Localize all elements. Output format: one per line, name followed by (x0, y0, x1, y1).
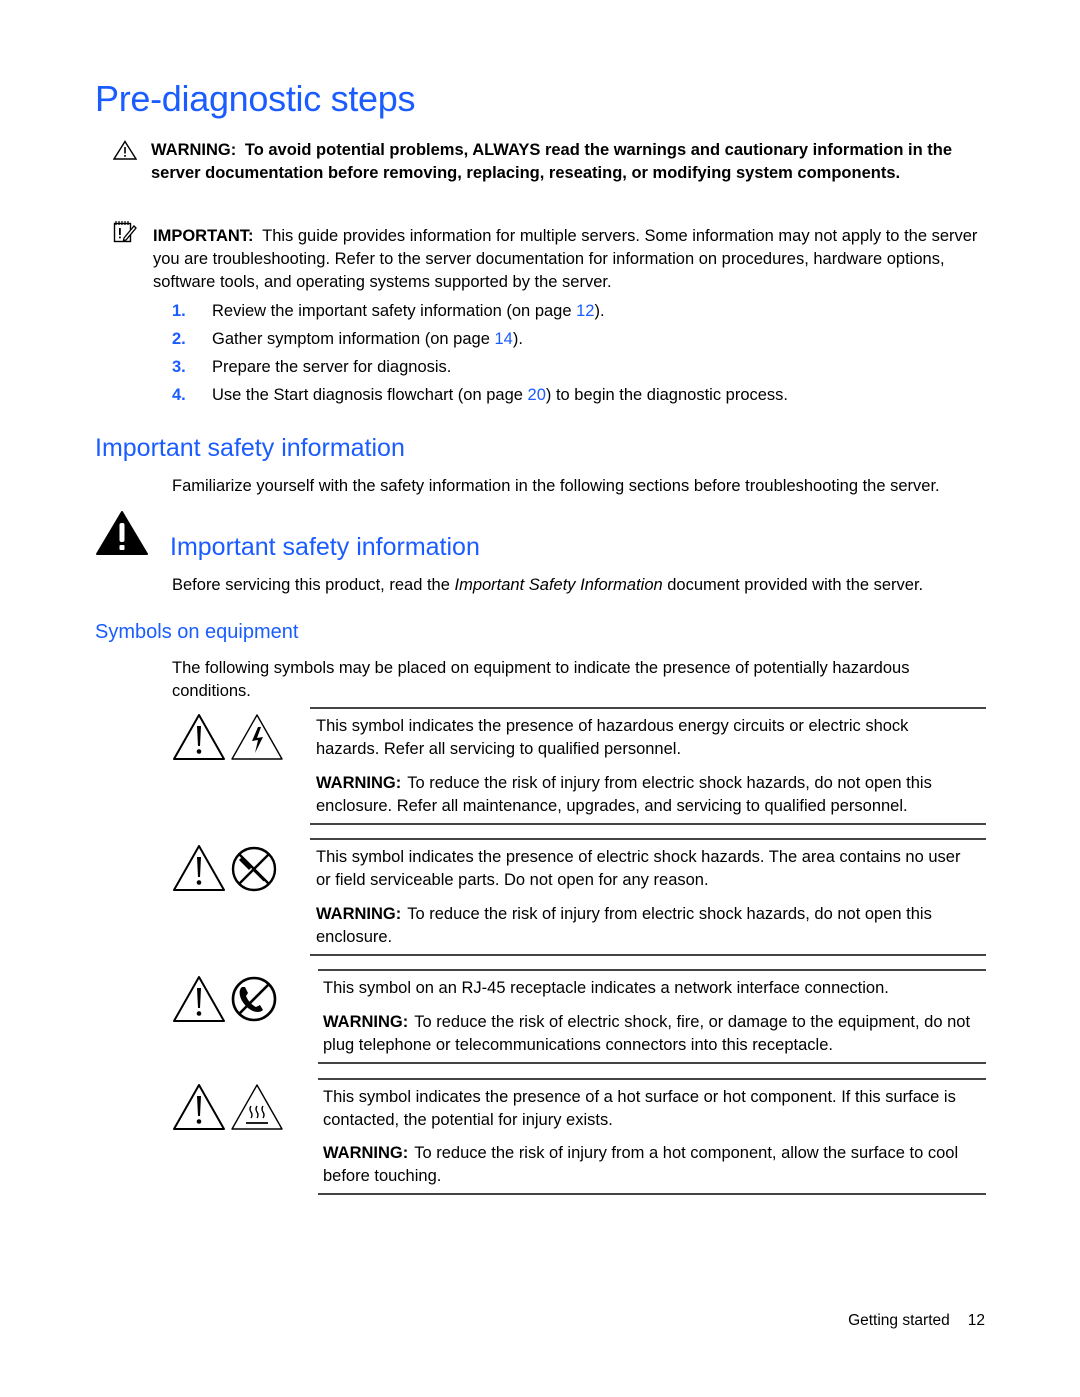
symbols-intro: The following symbols may be placed on e… (172, 659, 910, 700)
warning-label: WARNING: (316, 774, 402, 792)
text-after: document provided with the server. (662, 576, 924, 594)
step-text: Use the Start diagnosis flowchart (on pa… (212, 386, 528, 404)
symbol-warning: WARNING: To reduce the risk of injury fro… (323, 1142, 986, 1188)
no-tools-circle-icon (231, 846, 277, 892)
step-item: 1. Review the important safety informatio… (172, 300, 605, 323)
divider (318, 969, 986, 971)
symbol-description: This symbol indicates the presence of a … (323, 1088, 956, 1129)
warning-text: To reduce the risk of electric shock, fi… (323, 1013, 971, 1054)
electric-shock-triangle-icon (231, 714, 283, 760)
footer-page-number: 12 (967, 1312, 985, 1329)
step-item: 3. Prepare the server for diagnosis. (172, 356, 451, 379)
no-telephone-circle-icon (231, 976, 277, 1022)
warning-triangle-filled-icon (95, 510, 149, 556)
divider (318, 1078, 986, 1080)
exclamation-triangle-icon (173, 1084, 225, 1130)
step-text: Prepare the server for diagnosis. (212, 358, 452, 376)
text-before: Before servicing this product, read the (172, 576, 455, 594)
warning-text: To reduce the risk of injury from a hot … (323, 1144, 959, 1185)
divider (310, 707, 986, 709)
step-number: 3. (172, 358, 186, 376)
subsection-safety-text: Before servicing this product, read the … (172, 574, 923, 597)
warning-text: To reduce the risk of injury from electr… (316, 905, 932, 946)
important-note: IMPORTANT: This guide provides informati… (153, 225, 983, 294)
page-link[interactable]: 12 (576, 302, 594, 320)
symbol-warning: WARNING: To reduce the risk of injury fro… (316, 772, 986, 818)
divider (310, 838, 986, 840)
warning-label: WARNING: (323, 1013, 409, 1031)
warning-text: To avoid potential problems, ALWAYS read… (151, 141, 952, 182)
symbol-icons (172, 974, 284, 1024)
symbols-heading: Symbols on equipment (95, 621, 299, 643)
warning-text: To reduce the risk of injury from electr… (316, 774, 932, 815)
warning-triangle-outline-icon (113, 140, 137, 160)
warning-label: WARNING: (151, 141, 237, 159)
divider (318, 1193, 986, 1195)
step-text-end: ). (512, 330, 523, 348)
hot-surface-triangle-icon (231, 1084, 283, 1130)
step-number: 1. (172, 302, 186, 320)
symbol-icons (172, 1082, 284, 1132)
symbol-description: This symbol indicates the presence of ha… (316, 717, 909, 758)
exclamation-triangle-icon (173, 976, 225, 1022)
symbol-description: This symbol on an RJ-45 receptacle indic… (323, 979, 889, 997)
subsection-heading-safety: Important safety information (170, 533, 480, 561)
step-number: 2. (172, 330, 186, 348)
symbol-icons (172, 712, 284, 762)
warning-label: WARNING: (316, 905, 402, 923)
divider (310, 823, 986, 825)
divider (310, 954, 986, 956)
step-item: 4. Use the Start diagnosis flowchart (on … (172, 384, 788, 407)
important-label: IMPORTANT: (153, 227, 254, 245)
symbol-warning: WARNING: To reduce the risk of injury fro… (316, 903, 976, 949)
step-text-end: ) to begin the diagnostic process. (545, 386, 789, 404)
section-heading-safety: Important safety information (95, 434, 405, 462)
exclamation-triangle-icon (173, 714, 225, 760)
page-title: Pre-diagnostic steps (95, 78, 416, 119)
warning-label: WARNING: (323, 1144, 409, 1162)
step-number: 4. (172, 386, 186, 404)
divider (318, 1062, 986, 1064)
step-text: Gather symptom information (on page (212, 330, 495, 348)
important-note-icon (113, 220, 137, 244)
safety-intro: Familiarize yourself with the safety inf… (172, 477, 940, 495)
symbol-warning: WARNING: To reduce the risk of electric s… (323, 1011, 986, 1057)
important-text: This guide provides information for mult… (153, 227, 978, 291)
footer-section: Getting started (848, 1312, 950, 1329)
symbol-description: This symbol indicates the presence of el… (316, 848, 961, 889)
document-title: Important Safety Information (454, 576, 663, 594)
page-footer: Getting started 12 (848, 1312, 985, 1330)
page-link[interactable]: 14 (494, 330, 512, 348)
page-link[interactable]: 20 (528, 386, 546, 404)
step-text: Review the important safety information … (212, 302, 577, 320)
warning-note: WARNING: To avoid potential problems, AL… (151, 139, 981, 185)
symbol-icons (172, 843, 284, 893)
step-item: 2. Gather symptom information (on page 14… (172, 328, 523, 351)
exclamation-triangle-icon (173, 845, 225, 891)
exclamation-and-shock-icons (173, 714, 283, 760)
step-text-end: ). (594, 302, 605, 320)
